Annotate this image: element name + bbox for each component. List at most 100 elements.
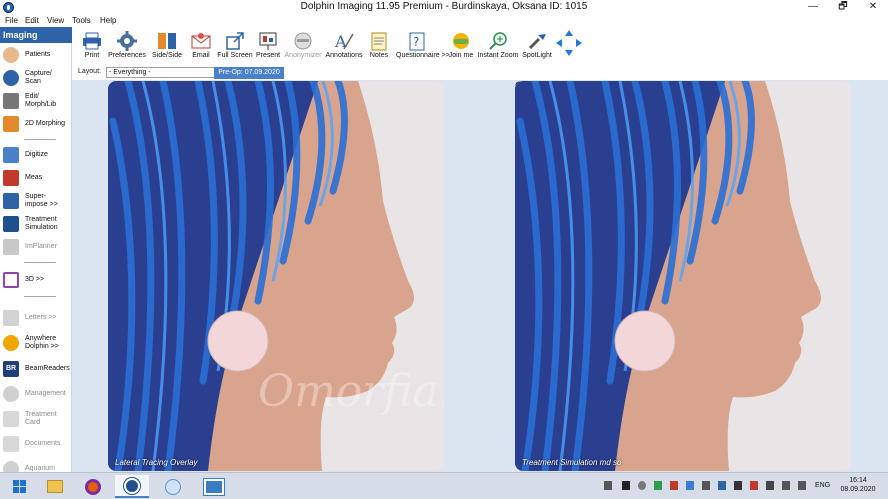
present-button[interactable]: Present: [253, 27, 283, 63]
sidebar-item-anywhere-dolphin[interactable]: Anywhere Dolphin >>: [0, 333, 71, 355]
digitize-icon: [3, 147, 19, 163]
menu-help[interactable]: Help: [100, 16, 116, 25]
tray-icon[interactable]: [734, 481, 742, 490]
svg-text:?: ?: [413, 35, 419, 49]
management-icon: [3, 386, 19, 402]
clock[interactable]: 16:14 08.09.2020: [838, 476, 878, 494]
menu-tools[interactable]: Tools: [72, 16, 91, 25]
tray-icon[interactable]: [638, 481, 646, 490]
sidebar-item-meas[interactable]: Meas: [0, 168, 71, 190]
profile-photo: Omorfia.ru: [108, 81, 444, 471]
documents-icon: [3, 436, 19, 452]
sidebar-item-documents[interactable]: Documents: [0, 434, 71, 456]
sidebar-item-digitize[interactable]: Digitize: [0, 145, 71, 167]
battery-icon[interactable]: [766, 481, 774, 490]
tray-icon[interactable]: [750, 481, 758, 490]
menu-edit[interactable]: Edit: [25, 16, 39, 25]
folder-icon: [47, 480, 63, 493]
taskbar-firefox[interactable]: [76, 475, 110, 498]
network-icon[interactable]: [782, 481, 790, 490]
close-button[interactable]: ✕: [858, 0, 888, 15]
tray-icon[interactable]: [670, 481, 678, 490]
sidebar-divider: [24, 296, 56, 297]
3d-icon: [3, 272, 19, 288]
sidebar-item-beamreaders[interactable]: BR BeamReaders: [0, 359, 71, 381]
printer-icon: [83, 32, 101, 50]
edit-icon: [3, 93, 19, 109]
clock-date: 08.09.2020: [840, 486, 876, 493]
taskbar-explorer[interactable]: [38, 475, 72, 498]
photo-caption: Treatment Simulation md so: [522, 458, 622, 467]
image-viewer: Omorfia.ru Lateral Tracing Overlay Treat…: [72, 80, 888, 472]
sidebar-item-letters[interactable]: Letters >>: [0, 308, 71, 330]
language-indicator[interactable]: ENG: [815, 482, 830, 489]
preferences-button[interactable]: Preferences: [108, 27, 146, 63]
sidebar-item-treatment-simulation[interactable]: Treatment Simulation: [0, 214, 71, 236]
sidebar-item-edit-morph[interactable]: Edit/ Morph/Lib: [0, 91, 71, 113]
sidebar-item-2d-morphing[interactable]: 2D Morphing: [0, 114, 71, 136]
notes-button[interactable]: Notes: [364, 27, 394, 63]
tray-icon[interactable]: [702, 481, 710, 490]
full-screen-button[interactable]: Full Screen: [217, 27, 253, 63]
sidebar-item-patients[interactable]: Patients: [0, 45, 71, 67]
minimize-button[interactable]: —: [798, 0, 828, 15]
photo-treatment-simulation[interactable]: Treatment Simulation md so: [515, 81, 851, 471]
email-icon: [191, 33, 211, 49]
windows-start-icon: [13, 480, 26, 493]
spotlight-button[interactable]: SpotLight: [522, 27, 552, 63]
email-button[interactable]: Email: [186, 27, 216, 63]
menu-bar: File Edit View Tools Help: [0, 15, 888, 27]
sidebar-title: Imaging: [0, 27, 72, 43]
spotlight-icon: [528, 34, 546, 50]
date-tab-pre-op[interactable]: Pre-Op: 07.09.2020: [214, 67, 284, 79]
sidebar-item-treatment-card[interactable]: Treatment Card: [0, 409, 71, 431]
sidebar-item-superimpose[interactable]: Super- impose >>: [0, 191, 71, 213]
annotations-button[interactable]: A Annotations: [326, 27, 363, 63]
sidebar-item-3d[interactable]: 3D >>: [0, 270, 71, 292]
side-by-side-button[interactable]: Side/Side: [152, 27, 182, 63]
photo-lateral-tracing-overlay[interactable]: Omorfia.ru Lateral Tracing Overlay: [108, 81, 444, 471]
presentation-icon: [259, 32, 277, 50]
maximize-button[interactable]: 🗗: [828, 0, 858, 15]
bluetooth-icon[interactable]: [718, 481, 726, 490]
join-me-button[interactable]: Join me: [446, 27, 476, 63]
sidebar-item-management[interactable]: Management: [0, 384, 71, 406]
anonymizer-button[interactable]: Anonymizer: [285, 27, 321, 63]
start-button[interactable]: [3, 475, 37, 498]
menu-file[interactable]: File: [5, 16, 18, 25]
tray-icon[interactable]: [686, 481, 694, 490]
tray-icon[interactable]: [604, 481, 612, 490]
photos-icon: [204, 479, 224, 495]
annotation-icon: A: [334, 32, 354, 51]
taskbar-paint[interactable]: [156, 475, 190, 498]
fullscreen-icon: [226, 32, 244, 50]
tray-icon[interactable]: [654, 481, 662, 490]
tray-icon[interactable]: [622, 481, 630, 490]
questionnaire-icon: ?: [409, 32, 425, 51]
menu-view[interactable]: View: [47, 16, 64, 25]
move-button[interactable]: [554, 27, 584, 63]
measure-icon: [3, 170, 19, 186]
layout-bar: Layout: - Everything - Pre-Op: 07.09.202…: [72, 64, 888, 80]
sidebar-item-capture[interactable]: Capture/ Scan: [0, 68, 71, 90]
superimpose-icon: [3, 193, 19, 209]
implant-icon: [3, 239, 19, 255]
sidebar-divider: [24, 139, 56, 140]
beamreaders-icon: BR: [3, 361, 19, 377]
anonymizer-icon: [294, 32, 312, 50]
capture-icon: [3, 70, 19, 86]
window-title: Dolphin Imaging 11.95 Premium - Burdinsk…: [300, 1, 588, 12]
instant-zoom-button[interactable]: Instant Zoom: [478, 27, 518, 63]
questionnaire-button[interactable]: ? Questionnaire >>: [396, 27, 450, 63]
photo-caption: Lateral Tracing Overlay: [115, 458, 198, 467]
morphing-icon: [3, 116, 19, 132]
volume-icon[interactable]: [798, 481, 806, 490]
taskbar-dolphin[interactable]: [115, 475, 149, 498]
print-button[interactable]: Print: [77, 27, 107, 63]
move-arrows-icon: [556, 30, 582, 56]
sidebar: Imaging Patients Capture/ Scan Edit/ Mor…: [0, 27, 72, 477]
watermark: Omorfia.ru: [258, 366, 444, 417]
sidebar-divider: [24, 262, 56, 263]
taskbar-photos[interactable]: [197, 475, 231, 498]
sidebar-item-implanner[interactable]: ImPlanner: [0, 237, 71, 259]
